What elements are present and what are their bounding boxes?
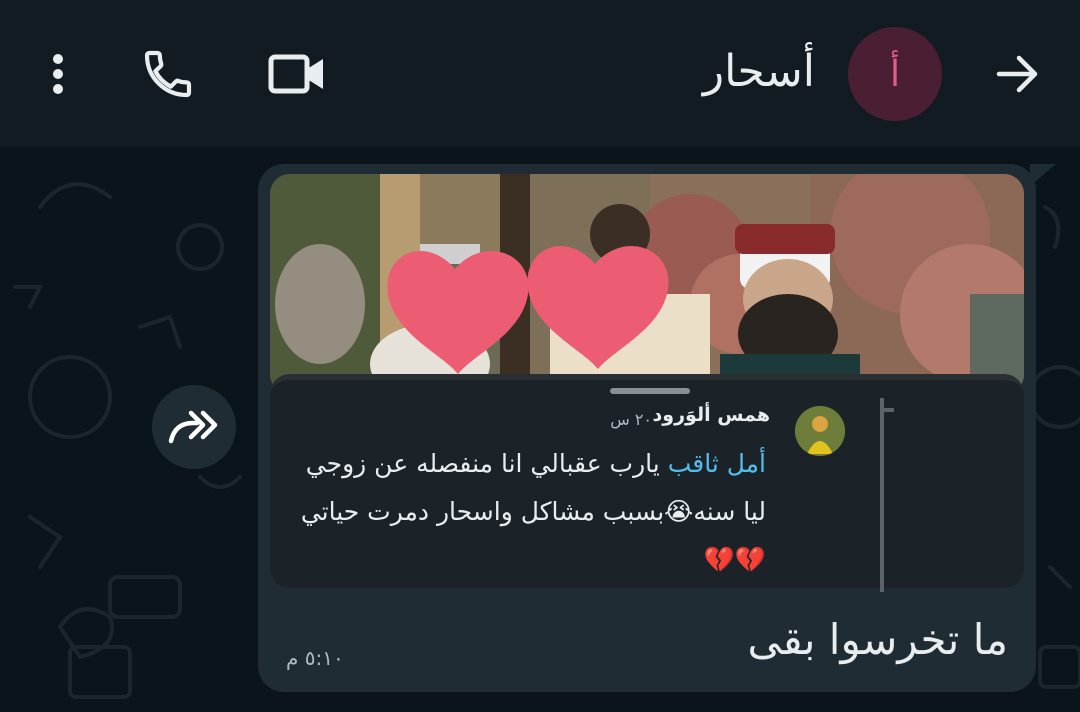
chat-header: أسحار أ (0, 0, 1080, 147)
contact-avatar[interactable]: أ (848, 27, 942, 121)
shared-photo[interactable] (270, 174, 1024, 394)
wedding-photo (270, 174, 1024, 394)
quoted-text: أمل ثاقب يارب عقبالي انا منفصله عن زوجي … (296, 440, 766, 584)
chat-area[interactable]: همس ألوَرود ٢٠ س أمل ثاقب يارب عقبالي ان… (0, 147, 1080, 712)
forward-button[interactable] (152, 385, 236, 469)
menu-button[interactable] (36, 48, 80, 100)
message-time: ٥:١٠ م (286, 646, 344, 670)
more-vertical-icon (53, 54, 63, 94)
back-button[interactable] (988, 44, 1048, 104)
sender-avatar-image (795, 406, 845, 456)
quoted-time: ٢٠ س (610, 410, 652, 429)
video-camera-icon (268, 54, 323, 94)
contact-name[interactable]: أسحار (703, 44, 815, 100)
message-bubble[interactable]: همس ألوَرود ٢٠ س أمل ثاقب يارب عقبالي ان… (258, 164, 1036, 692)
quoted-post[interactable]: همس ألوَرود ٢٠ س أمل ثاقب يارب عقبالي ان… (270, 374, 1024, 592)
forward-icon (168, 410, 218, 444)
quote-thread-tick (884, 408, 894, 412)
quote-thread-line (880, 398, 884, 592)
drag-handle (610, 388, 690, 394)
voice-call-button[interactable] (136, 44, 200, 104)
arrow-right-icon (996, 55, 1038, 93)
quoted-sender-name: همس ألوَرود (652, 404, 770, 426)
phone-icon (144, 50, 192, 98)
mention-link[interactable]: أمل ثاقب (668, 449, 766, 478)
quoted-sender-avatar (795, 406, 845, 456)
video-call-button[interactable] (262, 44, 332, 104)
message-text: ما تخرسوا بقى (747, 615, 1008, 664)
